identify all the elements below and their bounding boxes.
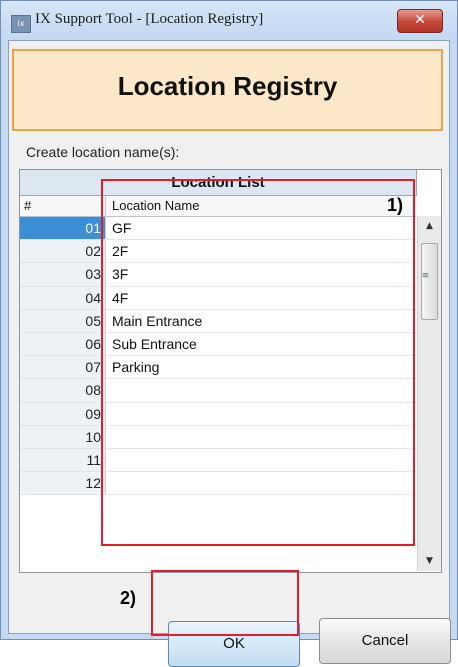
table-row[interactable]: 05 Main Entrance xyxy=(20,309,416,333)
table-row[interactable]: 02 2F xyxy=(20,240,416,264)
row-number: 08 xyxy=(20,379,106,402)
location-name-cell[interactable] xyxy=(107,426,407,448)
location-name-cell[interactable] xyxy=(107,379,407,401)
table-row[interactable]: 08 xyxy=(20,379,416,403)
location-name-cell[interactable] xyxy=(107,472,407,494)
row-number: 01 xyxy=(20,217,106,240)
window-title: IX Support Tool - [Location Registry] xyxy=(35,11,264,27)
location-name-cell[interactable]: Sub Entrance xyxy=(107,333,407,355)
table-row[interactable]: 10 xyxy=(20,425,416,449)
close-icon: ✕ xyxy=(414,12,426,28)
location-name-cell[interactable]: Main Entrance xyxy=(107,310,407,332)
location-name-cell[interactable]: GF xyxy=(107,217,407,239)
location-name-cell[interactable] xyxy=(107,449,407,471)
row-number: 10 xyxy=(20,425,106,448)
table-caption: Location List xyxy=(20,170,417,196)
row-number: 05 xyxy=(20,309,106,332)
location-name-cell[interactable]: 2F xyxy=(107,240,407,262)
table-row[interactable]: 07 Parking xyxy=(20,356,416,380)
row-number: 02 xyxy=(20,240,106,263)
ok-button[interactable]: OK xyxy=(168,621,300,667)
header-banner: Location Registry xyxy=(12,49,443,131)
row-number: 09 xyxy=(20,402,106,425)
location-name-cell[interactable]: 4F xyxy=(107,287,407,309)
location-table: Location List # Location Name 01 GF 02 2… xyxy=(19,169,442,573)
table-row[interactable]: 01 GF xyxy=(20,217,416,241)
annotation-label-1: 1) xyxy=(387,195,404,215)
grip-icon: ≡ xyxy=(421,271,430,281)
row-number: 03 xyxy=(20,263,106,286)
column-header-number[interactable]: # xyxy=(20,196,106,216)
title-bar[interactable]: ix IX Support Tool - [Location Registry]… xyxy=(1,1,457,41)
column-header-location-name[interactable]: Location Name xyxy=(107,196,407,216)
table-row[interactable]: 09 xyxy=(20,402,416,426)
row-number: 07 xyxy=(20,356,106,379)
page-title: Location Registry xyxy=(117,71,338,101)
scroll-down-arrow-icon[interactable]: ▼ xyxy=(418,551,441,571)
table-row[interactable]: 03 3F xyxy=(20,263,416,287)
table-body: 01 GF 02 2F 03 3F 04 4F 05 Main Entrance… xyxy=(20,217,416,496)
table-row[interactable]: 04 4F xyxy=(20,286,416,310)
row-number: 11 xyxy=(20,448,106,472)
cancel-button[interactable]: Cancel xyxy=(319,618,451,664)
location-name-cell[interactable]: Parking xyxy=(107,356,407,378)
scroll-thumb[interactable] xyxy=(421,243,438,320)
dialog-client: Location Registry Create location name(s… xyxy=(8,40,451,667)
location-name-cell[interactable] xyxy=(107,403,407,425)
app-icon: ix xyxy=(11,15,31,33)
annotation-label-2: 2) xyxy=(120,588,137,608)
vertical-scrollbar[interactable]: ▲ ≡ ▼ xyxy=(417,216,441,571)
instruction-label: Create location name(s): xyxy=(26,144,180,160)
close-button[interactable]: ✕ xyxy=(397,9,443,33)
table-row[interactable]: 12 xyxy=(20,472,416,496)
row-number: 12 xyxy=(20,472,106,495)
row-number: 04 xyxy=(20,286,106,309)
table-header-row: # Location Name xyxy=(20,196,416,217)
table-row[interactable]: 06 Sub Entrance xyxy=(20,332,416,357)
table-row[interactable]: 11 xyxy=(20,448,416,473)
scroll-up-arrow-icon[interactable]: ▲ xyxy=(418,216,441,236)
row-number: 06 xyxy=(20,332,106,356)
location-name-cell[interactable]: 3F xyxy=(107,263,407,285)
